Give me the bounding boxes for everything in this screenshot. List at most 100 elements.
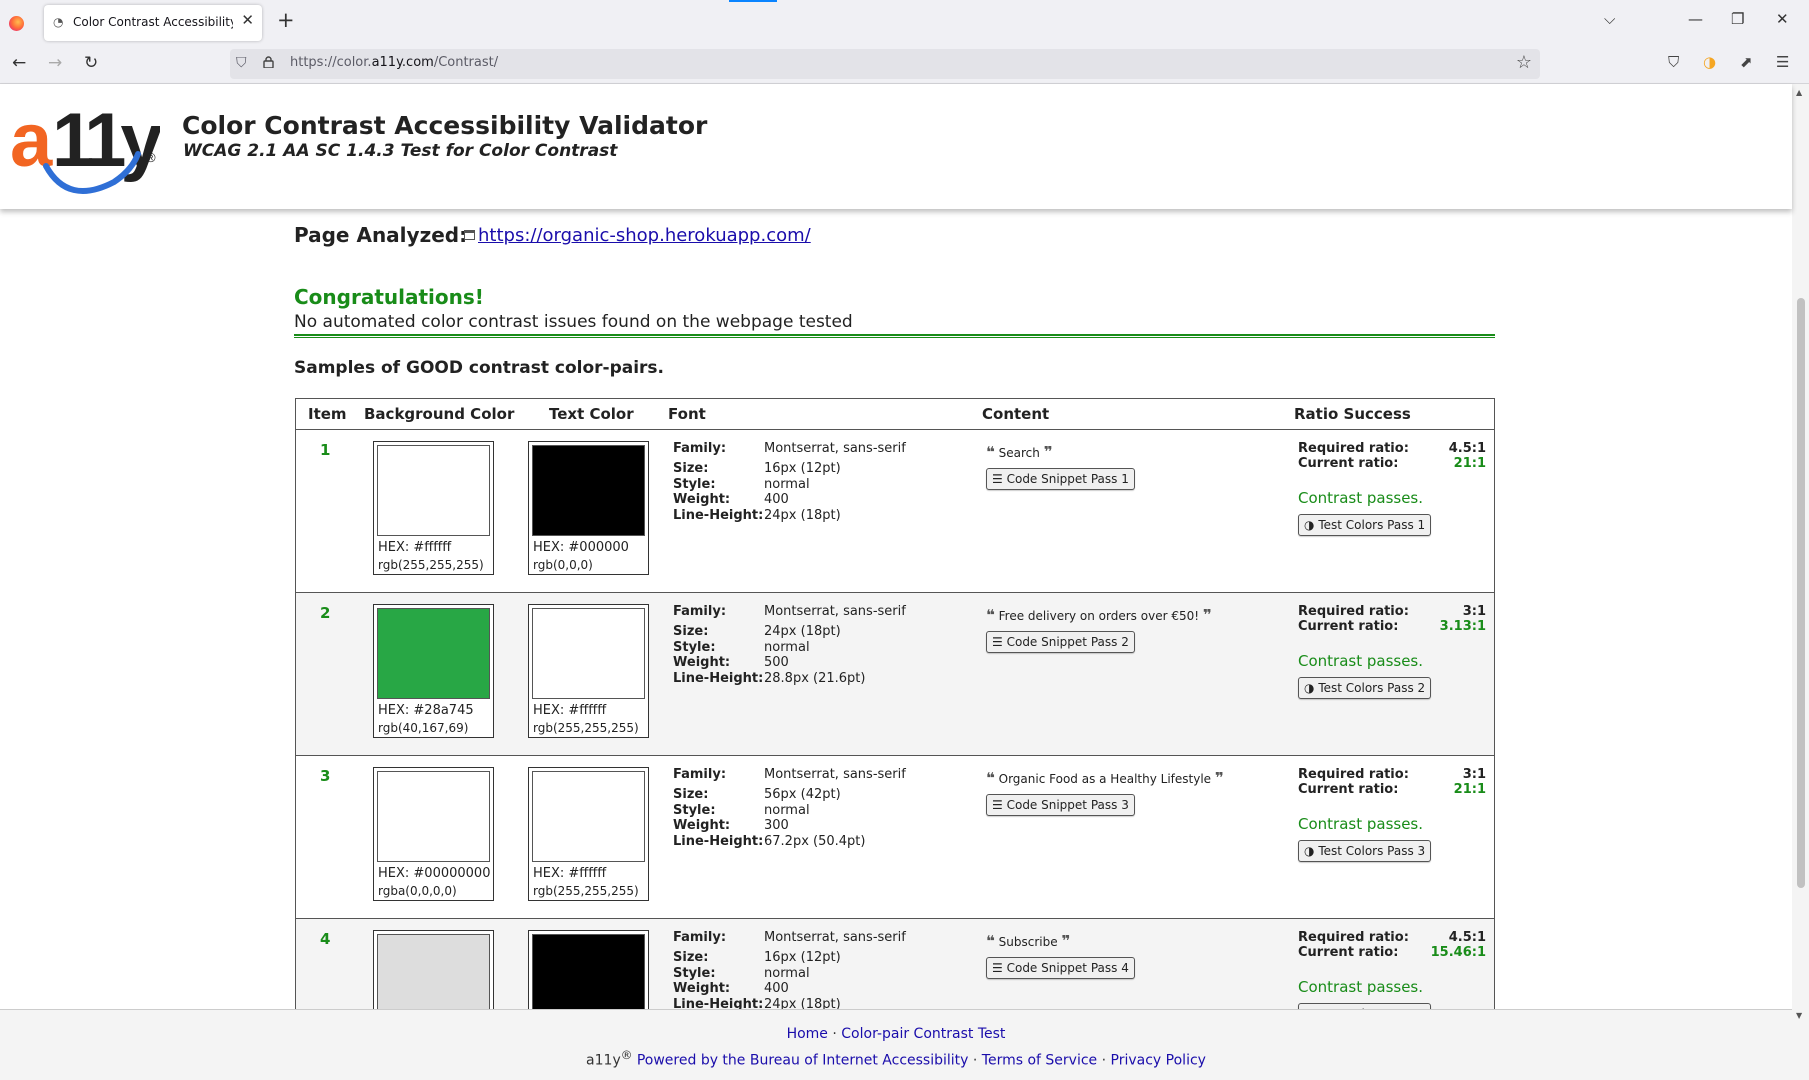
text-hex: HEX: #ffffff	[533, 866, 607, 881]
font-weight-label: Weight:	[673, 492, 731, 507]
required-ratio-label: Required ratio:	[1298, 441, 1409, 456]
contrast-passes-text: Contrast passes.	[1298, 978, 1424, 996]
code-snippet-label: Code Snippet Pass 2	[1006, 635, 1129, 649]
close-icon[interactable]: ✕	[241, 11, 254, 29]
text-hex: HEX: #000000	[533, 540, 629, 555]
reload-icon[interactable]: ↻	[84, 53, 98, 73]
font-weight-label: Weight:	[673, 818, 731, 833]
font-style-label: Style:	[673, 966, 716, 981]
background-swatch	[377, 934, 490, 1009]
text-swatch	[532, 771, 645, 862]
quote-open-icon: ❝	[986, 769, 995, 787]
font-style-value: normal	[764, 803, 810, 818]
footer-terms-link[interactable]: Terms of Service	[982, 1053, 1097, 1069]
test-colors-button[interactable]: ◑ Test Colors Pass 3	[1298, 840, 1432, 862]
font-line-height-label: Line-Height:	[673, 508, 764, 523]
back-icon[interactable]: ←	[12, 53, 26, 73]
content-sample: ❝ Subscribe ❞	[986, 932, 1070, 950]
font-size-value: 16px (12pt)	[764, 950, 841, 965]
item-number: 2	[320, 604, 331, 622]
quote-close-icon: ❞	[1043, 443, 1053, 461]
contrast-icon: ◑	[1304, 844, 1315, 858]
font-family-value: Montserrat, sans-serif	[764, 604, 906, 619]
scroll-up-icon[interactable]: ▲	[1796, 88, 1802, 97]
background-hex: HEX: #00000000	[378, 866, 491, 881]
tab-strip: ◔ Color Contrast Accessibility Validator…	[0, 0, 1809, 44]
svg-text:®: ®	[146, 150, 156, 165]
quote-open-icon: ❝	[986, 606, 995, 624]
font-style-label: Style:	[673, 803, 716, 818]
th-font: Font	[668, 405, 706, 423]
scroll-down-icon[interactable]: ▼	[1796, 1011, 1802, 1020]
a11y-logo[interactable]: a 11y ®	[10, 94, 160, 204]
current-ratio-label: Current ratio:	[1298, 945, 1399, 960]
svg-text:11y: 11y	[52, 98, 160, 183]
shield-icon[interactable]: ⛉	[236, 55, 247, 71]
contrast-icon: ◑	[1304, 518, 1315, 532]
test-colors-button[interactable]: ◑ Test Colors Pass 2	[1298, 677, 1432, 699]
code-snippet-button[interactable]: ☰ Code Snippet Pass 4	[986, 957, 1135, 979]
footer-sep: ·	[1101, 1052, 1107, 1069]
analyzed-url-link[interactable]: https://organic-shop.herokuapp.com/	[478, 225, 811, 246]
background-rgb: rgba(0,0,0,0)	[378, 884, 457, 898]
font-size-label: Size:	[673, 787, 709, 802]
font-line-height-label: Line-Height:	[673, 671, 764, 686]
text-hex: HEX: #ffffff	[533, 703, 607, 718]
font-family-value: Montserrat, sans-serif	[764, 930, 906, 945]
code-icon: ☰	[992, 798, 1003, 812]
tab-active[interactable]: ◔ Color Contrast Accessibility Validator…	[44, 5, 262, 41]
star-icon[interactable]: ☆	[1516, 52, 1532, 73]
current-ratio-label: Current ratio:	[1298, 456, 1399, 471]
background-swatch-card: HEX: #ffffff rgb(255,255,255)	[373, 441, 494, 575]
code-snippet-button[interactable]: ☰ Code Snippet Pass 3	[986, 794, 1135, 816]
code-snippet-button[interactable]: ☰ Code Snippet Pass 2	[986, 631, 1135, 653]
url-bar[interactable]: ⛉ https://color.a11y.com/Contrast/ ☆	[230, 49, 1540, 79]
url-suffix: /Contrast/	[433, 55, 499, 70]
footer-home-link[interactable]: Home	[787, 1026, 828, 1042]
font-line-height-value: 67.2px (50.4pt)	[764, 834, 866, 849]
background-swatch	[377, 445, 490, 536]
footer-privacy-link[interactable]: Privacy Policy	[1111, 1053, 1206, 1069]
content-text: Search	[998, 446, 1040, 460]
close-window-icon[interactable]: ✕	[1776, 10, 1789, 28]
plus-icon[interactable]: +	[277, 8, 295, 32]
scroll-thumb[interactable]	[1797, 298, 1805, 888]
site-subtitle: WCAG 2.1 AA SC 1.4.3 Test for Color Cont…	[183, 141, 618, 161]
forward-icon[interactable]: →	[48, 53, 62, 73]
font-line-height-value: 24px (18pt)	[764, 508, 841, 523]
page-scrollbar[interactable]: ▲ ▼	[1792, 84, 1809, 1080]
font-family-value: Montserrat, sans-serif	[764, 767, 906, 782]
pocket-icon[interactable]: ⛉	[1668, 53, 1679, 71]
text-swatch-card: HEX: #ffffff rgb(255,255,255)	[528, 604, 649, 738]
url-text[interactable]: https://color.a11y.com/Contrast/	[290, 55, 498, 70]
th-content: Content	[982, 405, 1050, 423]
test-colors-button[interactable]: ◑ Test Colors Pass 1	[1298, 514, 1432, 536]
current-ratio-value: 3.13:1	[1439, 619, 1486, 634]
th-ratio: Ratio Success	[1294, 405, 1411, 423]
text-swatch	[532, 608, 645, 699]
main-content: Page Analyzed: https://organic-shop.hero…	[0, 209, 1792, 1009]
code-snippet-label: Code Snippet Pass 1	[1006, 472, 1129, 486]
extension-icon[interactable]: ⬈	[1740, 53, 1753, 71]
background-swatch-card: HEX: #00000000 rgba(0,0,0,0)	[373, 767, 494, 901]
font-size-label: Size:	[673, 950, 709, 965]
quote-close-icon: ❞	[1061, 932, 1071, 950]
content-sample: ❝ Free delivery on orders over €50! ❞	[986, 606, 1212, 624]
no-issues-text: No automated color contrast issues found…	[294, 312, 853, 332]
minimize-icon[interactable]: —	[1688, 10, 1703, 28]
content-text: Organic Food as a Healthy Lifestyle	[998, 772, 1212, 786]
browser-chrome: ◔ Color Contrast Accessibility Validator…	[0, 0, 1809, 84]
menu-icon[interactable]: ☰	[1776, 53, 1789, 71]
quote-close-icon: ❞	[1202, 606, 1212, 624]
footer-powered-link[interactable]: Powered by the Bureau of Internet Access…	[637, 1053, 969, 1069]
nav-bar: ← → ↻ ⛉ https://color.a11y.com/Contrast/…	[0, 44, 1809, 84]
samples-heading: Samples of GOOD contrast color-pairs.	[294, 358, 665, 378]
restore-icon[interactable]: ❐	[1731, 10, 1744, 28]
addon-icon[interactable]: ◑	[1703, 53, 1716, 71]
tab-accent	[729, 0, 777, 2]
lock-icon[interactable]	[263, 56, 274, 68]
footer-contrast-link[interactable]: Color-pair Contrast Test	[841, 1026, 1005, 1042]
chevron-down-icon[interactable]: ⌵	[1604, 10, 1615, 28]
text-swatch	[532, 445, 645, 536]
code-snippet-button[interactable]: ☰ Code Snippet Pass 1	[986, 468, 1135, 490]
